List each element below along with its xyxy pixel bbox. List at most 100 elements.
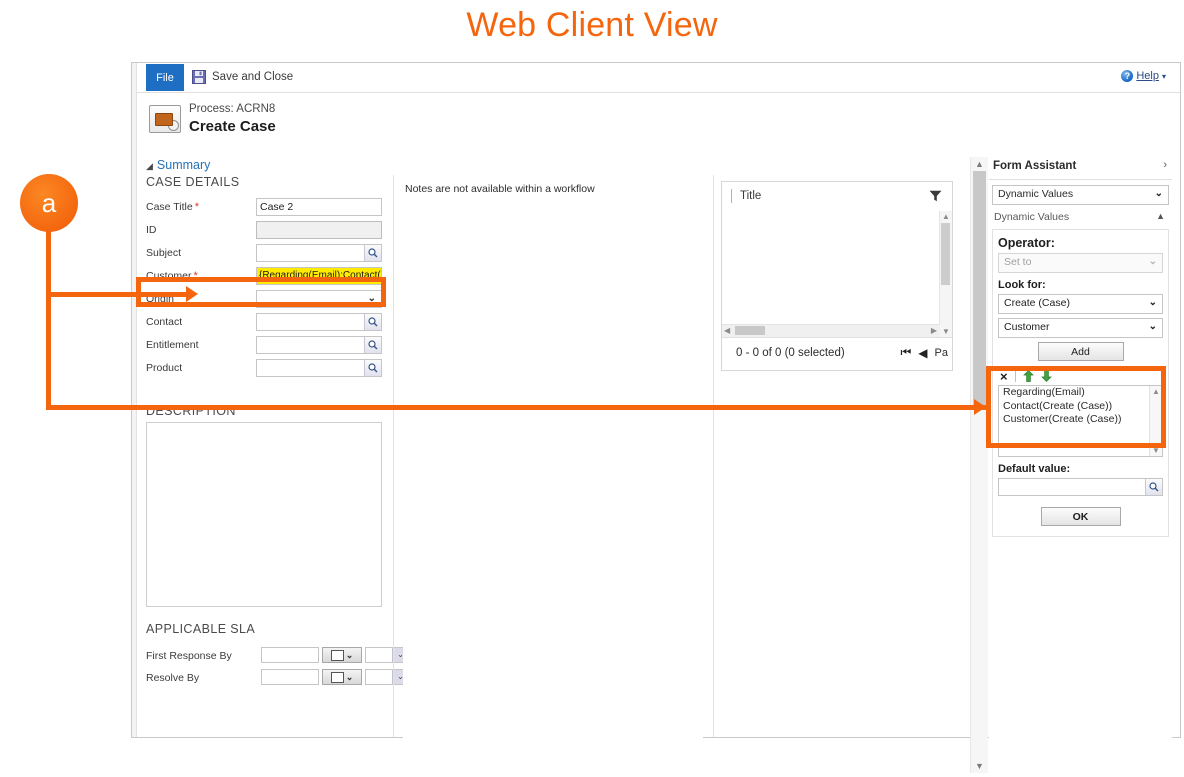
case-details-column: CASE DETAILS Case Title* ID Subject Cust… bbox=[137, 175, 409, 737]
help-label: Help bbox=[1136, 70, 1159, 82]
field-label: Resolve By bbox=[146, 672, 200, 684]
scroll-up-icon[interactable]: ▲ bbox=[942, 212, 950, 221]
related-grid-column: Title ▲ ▼ ◀ ▶ 0 - 0 of 0 (0 selected) ⏮ … bbox=[713, 175, 961, 737]
description-textarea[interactable] bbox=[146, 422, 382, 607]
lookup-icon[interactable] bbox=[1145, 479, 1162, 495]
look-for-field-value: Customer bbox=[1004, 321, 1050, 333]
operator-label: Operator: bbox=[998, 236, 1055, 250]
entitlement-lookup[interactable] bbox=[256, 336, 382, 354]
add-button[interactable]: Add bbox=[1037, 342, 1124, 361]
case-entity-icon bbox=[149, 105, 181, 133]
assistant-mode-select[interactable]: Dynamic Values ⌄ bbox=[992, 185, 1169, 205]
lookup-icon[interactable] bbox=[364, 314, 381, 330]
first-response-calendar-button[interactable]: ⌄ bbox=[322, 647, 362, 663]
operator-select[interactable]: Set to ⌄ bbox=[998, 253, 1163, 273]
process-header: Process: ACRN8 Create Case bbox=[137, 93, 1180, 153]
scroll-right-icon[interactable]: ▶ bbox=[931, 326, 937, 335]
lookup-icon[interactable] bbox=[364, 360, 381, 376]
chevron-down-icon: ▾ bbox=[1161, 71, 1166, 81]
look-for-entity-value: Create (Case) bbox=[1004, 297, 1070, 309]
case-title-input[interactable] bbox=[256, 198, 382, 216]
grid-horizontal-scrollbar[interactable]: ◀ ▶ bbox=[722, 324, 940, 337]
sla-section: APPLICABLE SLA First Response By ⌄ ⌄ Res… bbox=[137, 622, 409, 689]
previous-page-icon[interactable]: ◀ bbox=[918, 346, 927, 360]
scroll-left-icon[interactable]: ◀ bbox=[724, 326, 730, 335]
notes-pane: Notes are not available within a workflo… bbox=[403, 181, 703, 773]
annotation-vertical-line bbox=[46, 292, 51, 410]
field-label: ID bbox=[146, 224, 157, 236]
up-arrow-icon[interactable] bbox=[1022, 370, 1034, 382]
annotation-stem bbox=[46, 230, 51, 294]
description-section: DESCRIPTION bbox=[137, 404, 392, 614]
look-for-field-select[interactable]: Customer ⌄ bbox=[998, 318, 1163, 338]
scroll-up-icon[interactable]: ▲ bbox=[975, 159, 984, 169]
grid-footer: 0 - 0 of 0 (0 selected) ⏮ ◀ Pa bbox=[722, 337, 952, 370]
field-case-title: Case Title * bbox=[137, 197, 392, 219]
notes-column: Notes are not available within a workflo… bbox=[393, 175, 713, 773]
annotation-badge-a: a bbox=[20, 174, 78, 232]
lookup-icon[interactable] bbox=[364, 245, 381, 261]
form-scrollbar[interactable]: ▲ ▼ bbox=[970, 157, 988, 773]
form-assistant-title: Form Assistant bbox=[993, 160, 1077, 172]
field-label: Entitlement bbox=[146, 339, 199, 351]
scroll-thumb[interactable] bbox=[735, 326, 765, 335]
list-item[interactable]: Customer(Create (Case)) bbox=[999, 413, 1162, 427]
scroll-down-icon[interactable]: ▼ bbox=[975, 761, 984, 771]
resolve-by-calendar-button[interactable]: ⌄ bbox=[322, 669, 362, 685]
ribbon-bar: File Save and Close ? Help ▾ bbox=[137, 63, 1180, 93]
chevron-right-icon[interactable]: › bbox=[1163, 159, 1167, 171]
scroll-down-icon[interactable]: ▼ bbox=[942, 327, 950, 336]
scroll-thumb[interactable] bbox=[941, 223, 950, 285]
page-title: Web Client View bbox=[466, 5, 718, 44]
dynamic-values-list[interactable]: Regarding(Email) Contact(Create (Case)) … bbox=[998, 385, 1163, 457]
sla-header: APPLICABLE SLA bbox=[146, 622, 256, 636]
chevron-down-icon: ⌄ bbox=[1148, 297, 1157, 308]
down-arrow-icon[interactable] bbox=[1040, 370, 1052, 382]
default-value-label: Default value: bbox=[998, 463, 1071, 475]
scroll-thumb[interactable] bbox=[973, 171, 986, 406]
customer-dynamic-value[interactable]: {Regarding(Email);Contact(Cr bbox=[256, 267, 382, 285]
form-assistant-panel: Form Assistant › Dynamic Values ⌄ Dynami… bbox=[989, 157, 1172, 777]
first-page-icon[interactable]: ⏮ bbox=[900, 345, 911, 360]
chevron-down-icon: ⌄ bbox=[367, 293, 376, 304]
list-scrollbar[interactable]: ▲ ▼ bbox=[1149, 386, 1162, 456]
ok-button[interactable]: OK bbox=[1040, 507, 1121, 526]
calendar-icon bbox=[330, 671, 344, 683]
look-for-entity-select[interactable]: Create (Case) ⌄ bbox=[998, 294, 1163, 314]
dynamic-values-section-header[interactable]: Dynamic Values ▲ bbox=[992, 208, 1169, 227]
grid-header-row: Title bbox=[722, 182, 952, 212]
chevron-up-icon[interactable]: ▲ bbox=[1156, 211, 1165, 221]
remove-icon[interactable]: × bbox=[1000, 370, 1008, 383]
origin-select[interactable]: ⌄ bbox=[256, 290, 382, 308]
resolve-by-input[interactable] bbox=[261, 669, 319, 685]
scroll-up-icon[interactable]: ▲ bbox=[1152, 387, 1160, 396]
column-divider bbox=[731, 189, 732, 203]
save-icon bbox=[192, 70, 206, 84]
funnel-icon[interactable] bbox=[929, 190, 942, 202]
grid-body: ▲ ▼ ◀ ▶ bbox=[722, 211, 952, 337]
save-and-close-button[interactable]: Save and Close bbox=[192, 67, 293, 87]
dynamic-values-label: Dynamic Values bbox=[994, 211, 1070, 223]
grid-column-title[interactable]: Title bbox=[740, 190, 761, 202]
page-label: Pa bbox=[934, 346, 948, 359]
field-contact: Contact bbox=[137, 312, 392, 334]
list-item[interactable]: Regarding(Email) bbox=[999, 386, 1162, 400]
list-item[interactable]: Contact(Create (Case)) bbox=[999, 400, 1162, 414]
first-response-input[interactable] bbox=[261, 647, 319, 663]
id-input[interactable] bbox=[256, 221, 382, 239]
grid-vertical-scrollbar[interactable]: ▲ ▼ bbox=[939, 211, 952, 337]
toolbar-divider bbox=[1014, 370, 1016, 382]
summary-section-toggle[interactable]: ◢ Summary bbox=[146, 158, 210, 172]
default-value-lookup[interactable] bbox=[998, 478, 1163, 496]
chevron-down-icon: ⌄ bbox=[1148, 256, 1157, 267]
product-lookup[interactable] bbox=[256, 359, 382, 377]
help-link[interactable]: ? Help ▾ bbox=[1121, 70, 1166, 82]
process-subtitle: Process: ACRN8 bbox=[189, 103, 276, 115]
scroll-down-icon[interactable]: ▼ bbox=[1152, 446, 1160, 455]
summary-label: Summary bbox=[156, 158, 211, 172]
file-tab[interactable]: File bbox=[146, 64, 184, 91]
subject-lookup[interactable] bbox=[256, 244, 382, 262]
contact-lookup[interactable] bbox=[256, 313, 382, 331]
chevron-down-icon: ⌄ bbox=[1154, 188, 1163, 199]
lookup-icon[interactable] bbox=[364, 337, 381, 353]
